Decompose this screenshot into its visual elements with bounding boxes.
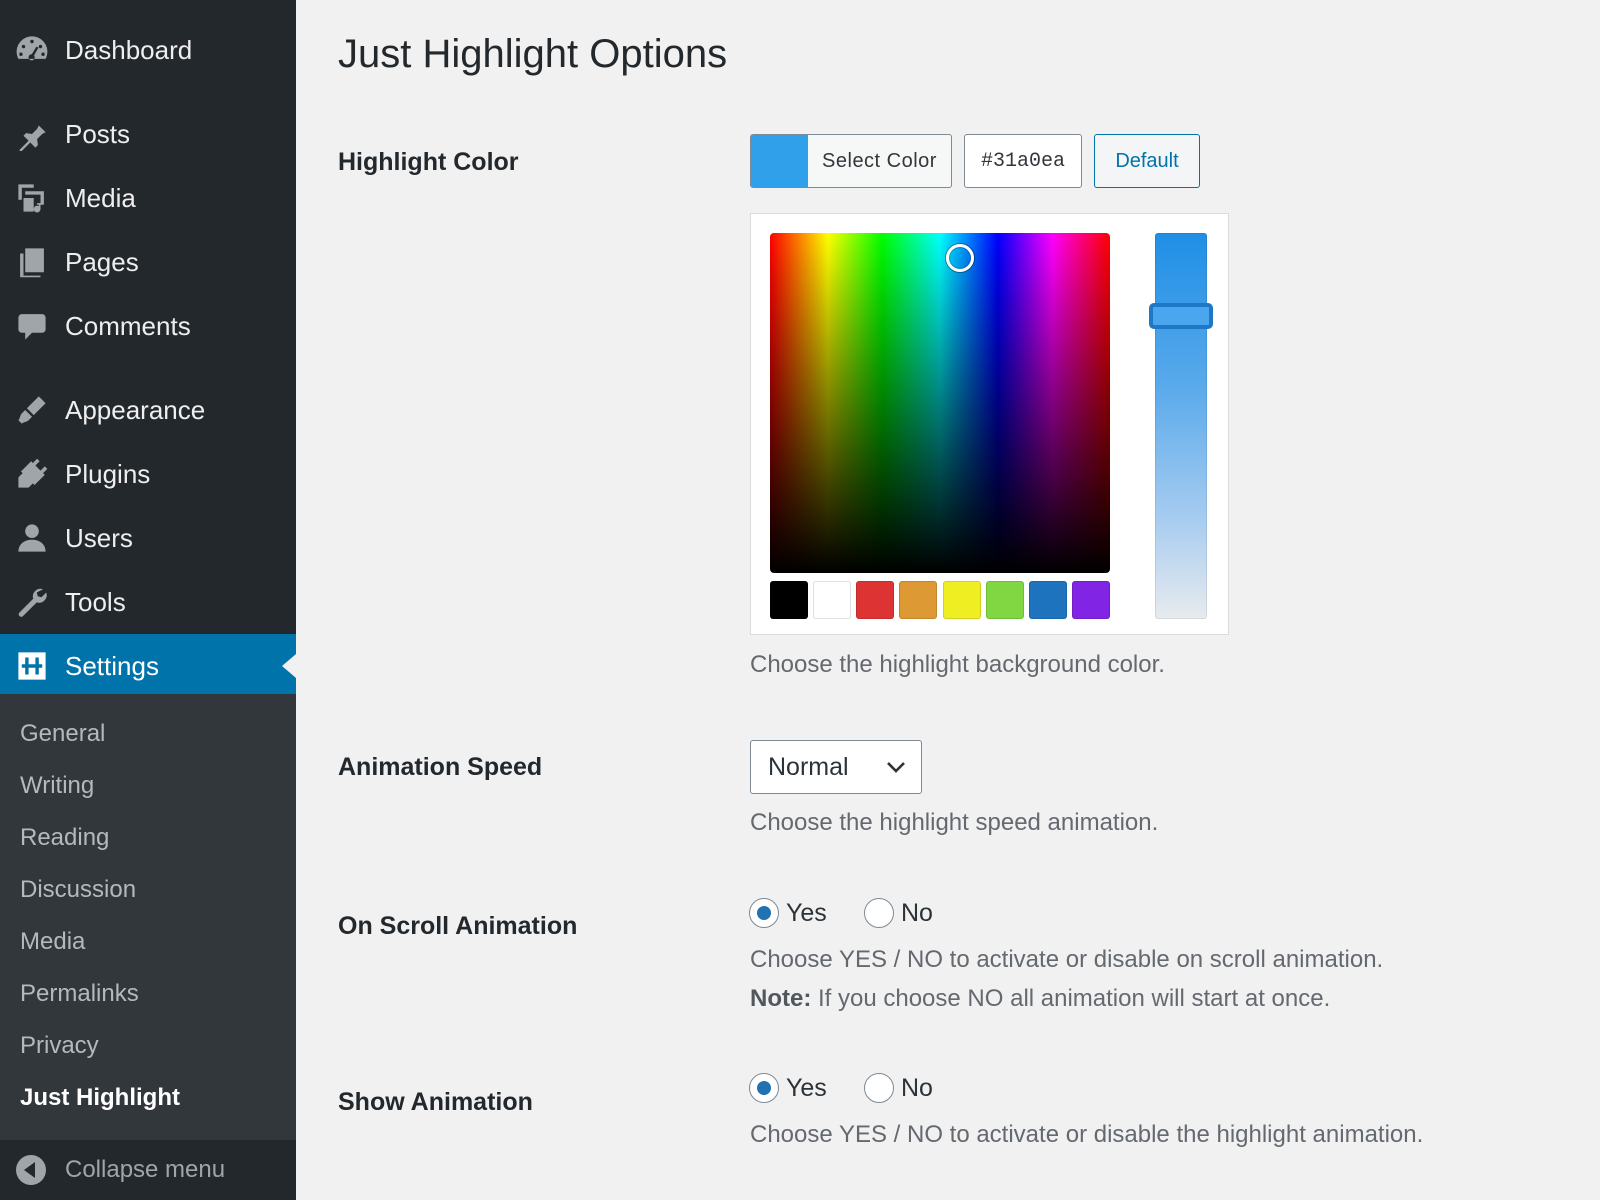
select-color-label: Select Color — [822, 149, 937, 172]
menu-label-posts: Posts — [65, 118, 131, 149]
color-palette — [770, 581, 1110, 619]
color-picker-panel — [750, 213, 1229, 635]
palette-swatch-white[interactable] — [813, 581, 852, 619]
menu-item-tools[interactable]: Tools — [0, 570, 296, 634]
submenu-item-permalinks[interactable]: Permalinks — [20, 980, 139, 1008]
menu-item-comments[interactable]: Comments — [0, 294, 296, 358]
on-scroll-no-label: No — [901, 899, 933, 927]
menu-label-users: Users — [65, 522, 133, 553]
wrench-icon — [14, 584, 50, 620]
menu-label-settings: Settings — [65, 650, 159, 681]
show-animation-no-label: No — [901, 1074, 933, 1102]
user-icon — [14, 520, 50, 556]
comment-icon — [14, 308, 50, 344]
lightness-slider-handle[interactable] — [1149, 303, 1213, 329]
submenu-item-writing[interactable]: Writing — [20, 772, 94, 800]
show-animation-label: Show Animation — [338, 1088, 533, 1116]
note-label: Note: — [750, 985, 812, 1012]
palette-swatch-purple[interactable] — [1071, 581, 1110, 619]
brush-icon — [14, 392, 50, 428]
on-scroll-animation-label: On Scroll Animation — [338, 912, 578, 940]
menu-item-users[interactable]: Users — [0, 506, 296, 570]
menu-label-appearance: Appearance — [65, 394, 206, 425]
menu-label-media: Media — [65, 182, 136, 213]
menu-item-plugins[interactable]: Plugins — [0, 442, 296, 506]
on-scroll-no-radio[interactable] — [864, 898, 894, 928]
menu-label-pages: Pages — [65, 246, 139, 277]
submenu-item-general[interactable]: General — [20, 720, 105, 748]
palette-swatch-orange[interactable] — [899, 581, 938, 619]
palette-swatch-green[interactable] — [985, 581, 1024, 619]
menu-label-comments: Comments — [65, 310, 191, 341]
spectrum-handle[interactable] — [946, 244, 974, 272]
palette-swatch-blue[interactable] — [1028, 581, 1067, 619]
settings-icon — [14, 648, 50, 684]
highlight-color-label: Highlight Color — [338, 148, 519, 176]
animation-speed-description: Choose the highlight speed animation. — [750, 809, 1159, 836]
menu-item-dashboard[interactable]: Dashboard — [0, 18, 296, 82]
submenu-item-privacy[interactable]: Privacy — [20, 1032, 99, 1060]
show-animation-description: Choose YES / NO to activate or disable t… — [750, 1121, 1424, 1148]
menu-item-pages[interactable]: Pages — [0, 230, 296, 294]
palette-swatch-yellow[interactable] — [942, 581, 981, 619]
collapse-menu-label: Collapse menu — [65, 1156, 226, 1183]
menu-item-media[interactable]: Media — [0, 166, 296, 230]
animation-speed-select[interactable]: Normal — [750, 740, 922, 794]
highlight-color-description: Choose the highlight background color. — [750, 651, 1165, 678]
show-animation-yes-label: Yes — [786, 1074, 827, 1102]
current-color-swatch — [751, 135, 808, 187]
on-scroll-yes-label: Yes — [786, 899, 827, 927]
menu-item-appearance[interactable]: Appearance — [0, 378, 296, 442]
show-animation-yes-radio[interactable] — [749, 1073, 779, 1103]
pages-icon — [14, 244, 50, 280]
settings-submenu: General Writing Reading Discussion Media… — [0, 694, 296, 1140]
palette-swatch-black[interactable] — [770, 581, 808, 619]
dashboard-icon — [14, 32, 50, 68]
on-scroll-note: Note: If you choose NO all animation wil… — [750, 985, 1330, 1013]
note-text: If you choose NO all animation will star… — [811, 985, 1331, 1012]
menu-label-plugins: Plugins — [65, 458, 151, 489]
admin-sidebar: Dashboard Posts Media Pages Comments App… — [0, 0, 296, 1200]
page-title: Just Highlight Options — [338, 32, 728, 76]
menu-label-tools: Tools — [65, 586, 126, 617]
on-scroll-description: Choose YES / NO to activate or disable o… — [750, 946, 1384, 973]
animation-speed-label: Animation Speed — [338, 753, 543, 781]
show-animation-no-radio[interactable] — [864, 1073, 894, 1103]
menu-item-settings[interactable]: Settings — [0, 634, 296, 698]
palette-swatch-red[interactable] — [856, 581, 895, 619]
menu-item-posts[interactable]: Posts — [0, 102, 296, 166]
menu-label-dashboard: Dashboard — [65, 34, 193, 65]
hex-color-input[interactable] — [964, 134, 1082, 188]
submenu-item-reading[interactable]: Reading — [20, 824, 109, 852]
lightness-slider[interactable] — [1149, 233, 1213, 619]
color-spectrum-square[interactable] — [770, 233, 1110, 573]
plug-icon — [14, 456, 50, 492]
submenu-item-just-highlight[interactable]: Just Highlight — [20, 1084, 180, 1112]
select-color-button[interactable]: Select Color — [750, 134, 952, 188]
pin-icon — [14, 116, 50, 152]
on-scroll-yes-radio[interactable] — [749, 898, 779, 928]
default-color-button[interactable]: Default — [1094, 134, 1200, 188]
chevron-down-icon — [887, 762, 905, 773]
animation-speed-value: Normal — [768, 752, 849, 781]
collapse-arrow-icon — [16, 1155, 46, 1185]
submenu-item-media[interactable]: Media — [20, 928, 85, 956]
media-icon — [14, 180, 50, 216]
collapse-menu-button[interactable]: Collapse menu — [0, 1140, 296, 1200]
submenu-item-discussion[interactable]: Discussion — [20, 876, 136, 904]
